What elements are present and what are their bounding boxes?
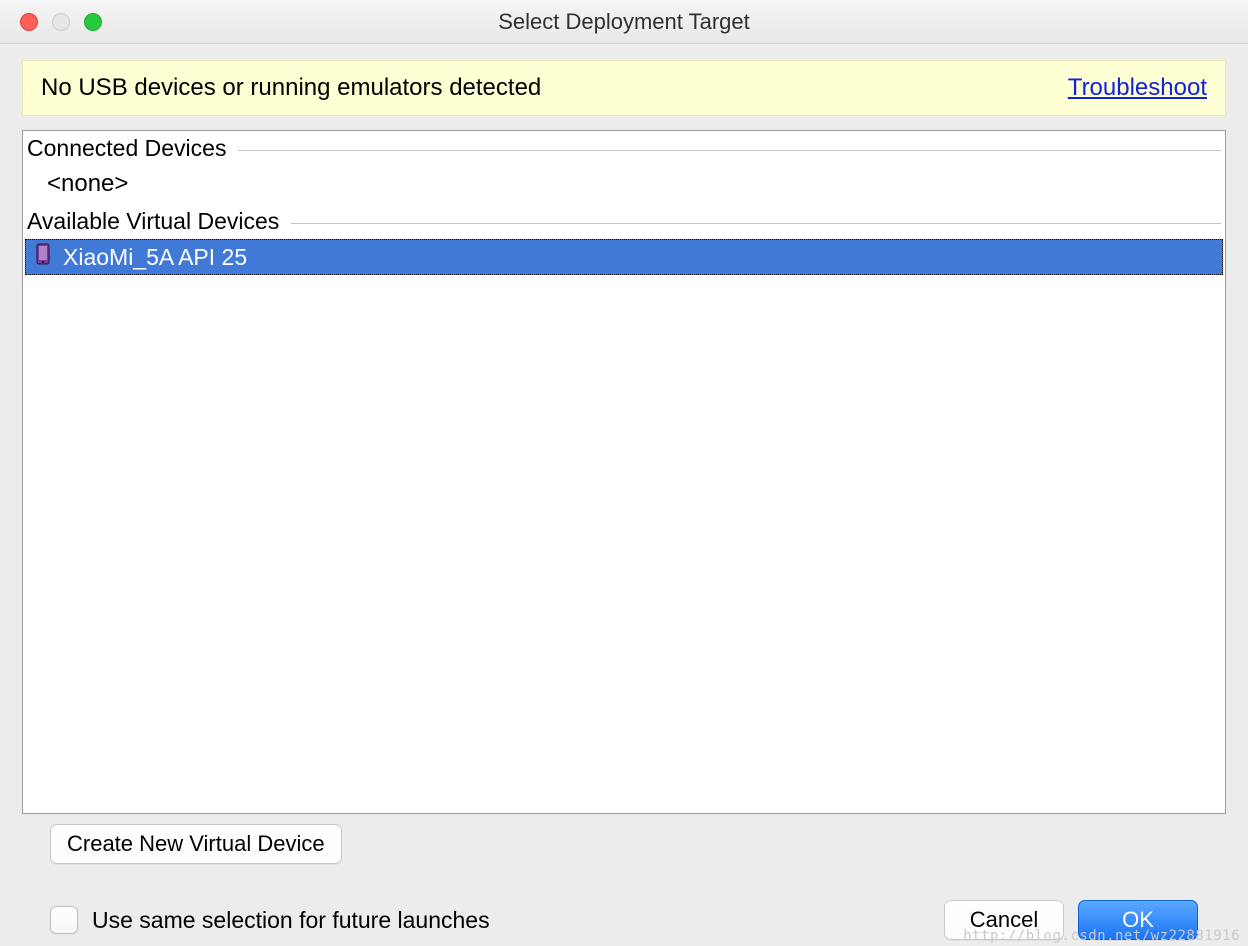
device-panel: Connected Devices <none> Available Virtu… (22, 130, 1226, 814)
connected-devices-label: Connected Devices (27, 135, 226, 162)
troubleshoot-link[interactable]: Troubleshoot (1068, 74, 1207, 102)
avd-item-selected[interactable]: XiaoMi_5A API 25 (25, 239, 1223, 275)
titlebar: Select Deployment Target (0, 0, 1248, 44)
virtual-device-icon (35, 242, 51, 272)
close-window-icon[interactable] (20, 13, 38, 31)
divider (238, 150, 1221, 151)
window-title: Select Deployment Target (0, 9, 1248, 35)
minimize-window-icon[interactable] (52, 13, 70, 31)
watermark-text: http://blog.csdn.net/wz22881916 (963, 928, 1240, 944)
window-controls (0, 13, 102, 31)
avd-label: Available Virtual Devices (27, 208, 279, 235)
divider (291, 223, 1221, 224)
future-launches-checkbox[interactable] (50, 906, 78, 934)
maximize-window-icon[interactable] (84, 13, 102, 31)
future-launches-label: Use same selection for future launches (92, 907, 490, 934)
connected-devices-header: Connected Devices (23, 131, 1225, 164)
dialog-content: No USB devices or running emulators dete… (0, 44, 1248, 940)
notice-banner: No USB devices or running emulators dete… (22, 60, 1226, 116)
connected-devices-none: <none> (23, 164, 1225, 204)
notice-message: No USB devices or running emulators dete… (41, 74, 541, 102)
create-new-virtual-device-button[interactable]: Create New Virtual Device (50, 824, 342, 864)
below-panel: Create New Virtual Device (22, 814, 1226, 864)
avd-item-name: XiaoMi_5A API 25 (63, 244, 247, 271)
avd-header: Available Virtual Devices (23, 204, 1225, 237)
